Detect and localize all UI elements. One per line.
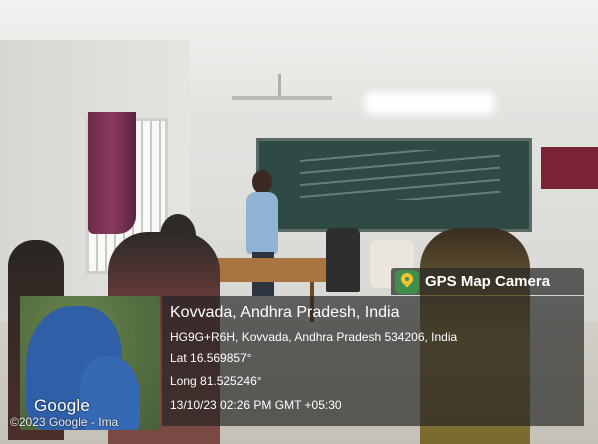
location-name: Kovvada, Andhra Pradesh, India [170,304,400,321]
map-pin-icon [395,269,419,294]
teacher [246,192,278,254]
gps-badge-title: GPS Map Camera [425,273,551,290]
timestamp: 13/10/23 02:26 PM GMT +05:30 [170,398,342,412]
teacher-head [252,170,272,194]
curtain [88,112,136,234]
address: HG9G+R6H, Kovvada, Andhra Pradesh 534206… [170,330,458,344]
classroom-photo: Google ©2023 Google - Ima GPS Map Camera… [0,0,598,444]
latitude: Lat 16.569857° [170,351,252,365]
gps-badge: GPS Map Camera [391,268,584,295]
ceiling-fan-rod [278,74,281,98]
ceiling-fan [232,96,332,100]
ceiling-light [365,92,495,114]
google-logo: Google [34,396,91,415]
chalk-writing [300,150,500,200]
location-info-box: Kovvada, Andhra Pradesh, India HG9G+R6H,… [162,296,584,426]
black-chair [326,228,360,292]
red-notice-board [541,147,598,189]
longitude: Long 81.525246° [170,374,262,388]
map-credit: ©2023 Google - Ima [10,415,119,429]
